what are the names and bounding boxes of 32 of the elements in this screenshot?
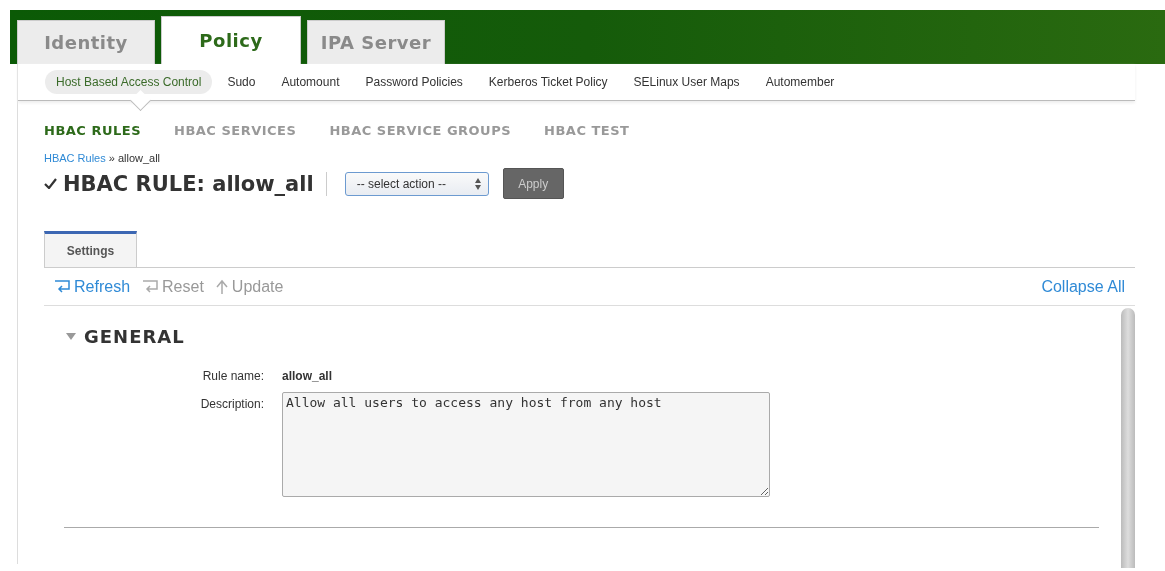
field-label: Rule name: (201, 369, 264, 383)
nav-item[interactable]: Automount (270, 70, 351, 94)
toolbar-button[interactable]: Refresh (54, 277, 131, 296)
breadcrumb-current: allow_all (117, 152, 161, 164)
breadcrumb-link[interactable]: HBAC Rules (44, 152, 106, 164)
top-tab[interactable]: Identity (17, 20, 155, 64)
upload-icon (215, 278, 228, 295)
nav-item[interactable]: SELinux User Maps (622, 70, 751, 94)
top-tab[interactable]: Policy (161, 16, 301, 64)
nav-item[interactable]: Sudo (216, 70, 267, 94)
description-field[interactable]: Allow all users to access any host from any host (282, 392, 770, 497)
field-value: allow_all (282, 369, 334, 383)
section-tab[interactable]: HBAC TEST (544, 123, 630, 138)
field-label: Description: (199, 397, 264, 413)
nav-item[interactable]: Password Policies (354, 70, 474, 94)
section-tab[interactable]: HBAC RULES (44, 123, 141, 138)
page-title: HBAC RULE: allow_all (57, 171, 327, 196)
scrollbar[interactable] (1121, 308, 1135, 568)
collapse-triangle-icon[interactable] (66, 332, 76, 341)
undo-icon (142, 279, 159, 294)
nav-item[interactable]: Host Based Access Control (45, 70, 213, 94)
section-tab[interactable]: HBAC SERVICE GROUPS (329, 123, 512, 138)
collapse-all-link[interactable]: Collapse All (1041, 277, 1125, 296)
section-tab[interactable]: HBAC SERVICES (174, 123, 297, 138)
action-select[interactable]: -- select action -- (344, 171, 489, 196)
top-tab[interactable]: IPA Server (307, 20, 445, 64)
nav-item[interactable]: Automember (754, 70, 846, 94)
breadcrumb-separator: » (108, 152, 115, 164)
section-title: GENERAL (84, 326, 185, 347)
refresh-icon (54, 279, 70, 294)
facet-tab[interactable]: Settings (44, 231, 137, 267)
nav-item[interactable]: Kerberos Ticket Policy (477, 70, 619, 94)
